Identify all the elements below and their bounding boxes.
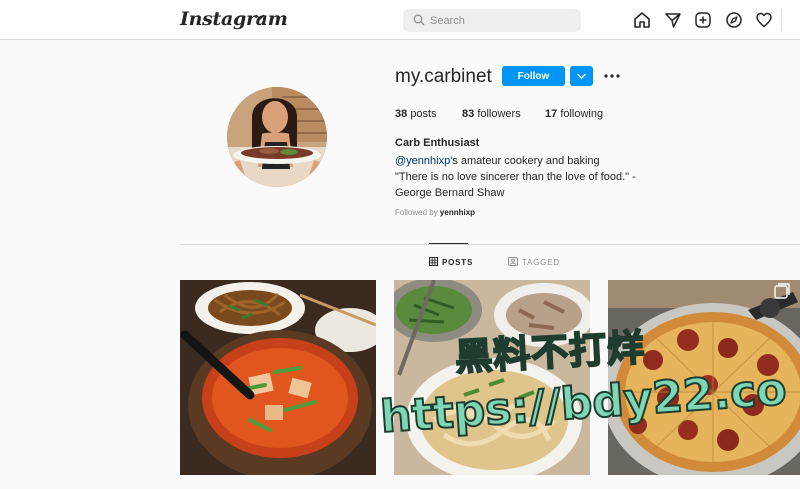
search-input[interactable] bbox=[430, 12, 570, 29]
active-tab-indicator bbox=[429, 243, 468, 244]
watermark-text-line-1: 黑料不打烊 bbox=[453, 325, 647, 380]
home-icon[interactable] bbox=[633, 11, 651, 29]
follow-button[interactable]: Follow bbox=[502, 66, 565, 86]
tab-posts-label: POSTS bbox=[442, 258, 474, 267]
avatar-photo bbox=[227, 87, 327, 187]
followed-by-prefix: Followed by bbox=[395, 208, 438, 217]
following-count: 17 bbox=[545, 108, 558, 120]
profile-username: my.carbinet bbox=[395, 66, 492, 87]
profile-avatar[interactable] bbox=[227, 87, 327, 187]
chevron-down-icon bbox=[576, 73, 587, 80]
top-navigation-bar: Instagram bbox=[0, 0, 800, 40]
post-thumbnail-1[interactable] bbox=[180, 280, 376, 475]
followed-by-user[interactable]: yennhixp bbox=[440, 208, 475, 217]
activity-heart-icon[interactable] bbox=[755, 11, 773, 29]
search-box[interactable] bbox=[403, 9, 581, 32]
bio-line-1: @yennhixp's amateur cookery and baking bbox=[395, 153, 645, 169]
posts-label: posts bbox=[410, 108, 437, 120]
explore-icon[interactable] bbox=[725, 11, 743, 29]
grid-icon bbox=[429, 257, 438, 267]
tab-posts[interactable]: POSTS bbox=[429, 257, 474, 267]
tab-tagged-label: TAGGED bbox=[522, 258, 560, 267]
followers-count: 83 bbox=[462, 108, 475, 120]
new-post-icon[interactable] bbox=[694, 11, 712, 29]
instagram-logo[interactable]: Instagram bbox=[180, 8, 288, 30]
bio-mention-link[interactable]: @yennhixp bbox=[395, 155, 450, 167]
posts-count-stat: 38 posts bbox=[395, 108, 437, 120]
bio-line-2: "There is no love sincerer than the love… bbox=[395, 171, 636, 183]
tabs-divider bbox=[180, 244, 800, 245]
tagged-user-icon bbox=[508, 257, 518, 267]
posts-count: 38 bbox=[395, 108, 408, 120]
search-icon bbox=[413, 14, 425, 26]
following-label: following bbox=[560, 108, 604, 120]
bio-line-3: George Bernard Shaw bbox=[395, 187, 505, 199]
more-options-icon[interactable] bbox=[603, 68, 621, 84]
bio-line-1-text: 's amateur cookery and baking bbox=[450, 155, 600, 167]
direct-message-icon[interactable] bbox=[664, 11, 682, 29]
chevron-down-icon[interactable] bbox=[255, 13, 265, 21]
followers-label: followers bbox=[477, 108, 521, 120]
profile-bio: @yennhixp's amateur cookery and baking "… bbox=[395, 153, 645, 201]
suggested-accounts-dropdown-button[interactable] bbox=[570, 66, 593, 86]
nav-divider bbox=[781, 9, 782, 31]
followed-by-text[interactable]: Followed by yennhixp bbox=[395, 208, 475, 217]
profile-full-name: Carb Enthusiast bbox=[395, 137, 480, 149]
tab-tagged[interactable]: TAGGED bbox=[508, 257, 560, 267]
following-count-stat[interactable]: 17 following bbox=[545, 108, 603, 120]
followers-count-stat[interactable]: 83 followers bbox=[462, 108, 521, 120]
post-image-kimchi-stew bbox=[180, 280, 376, 475]
